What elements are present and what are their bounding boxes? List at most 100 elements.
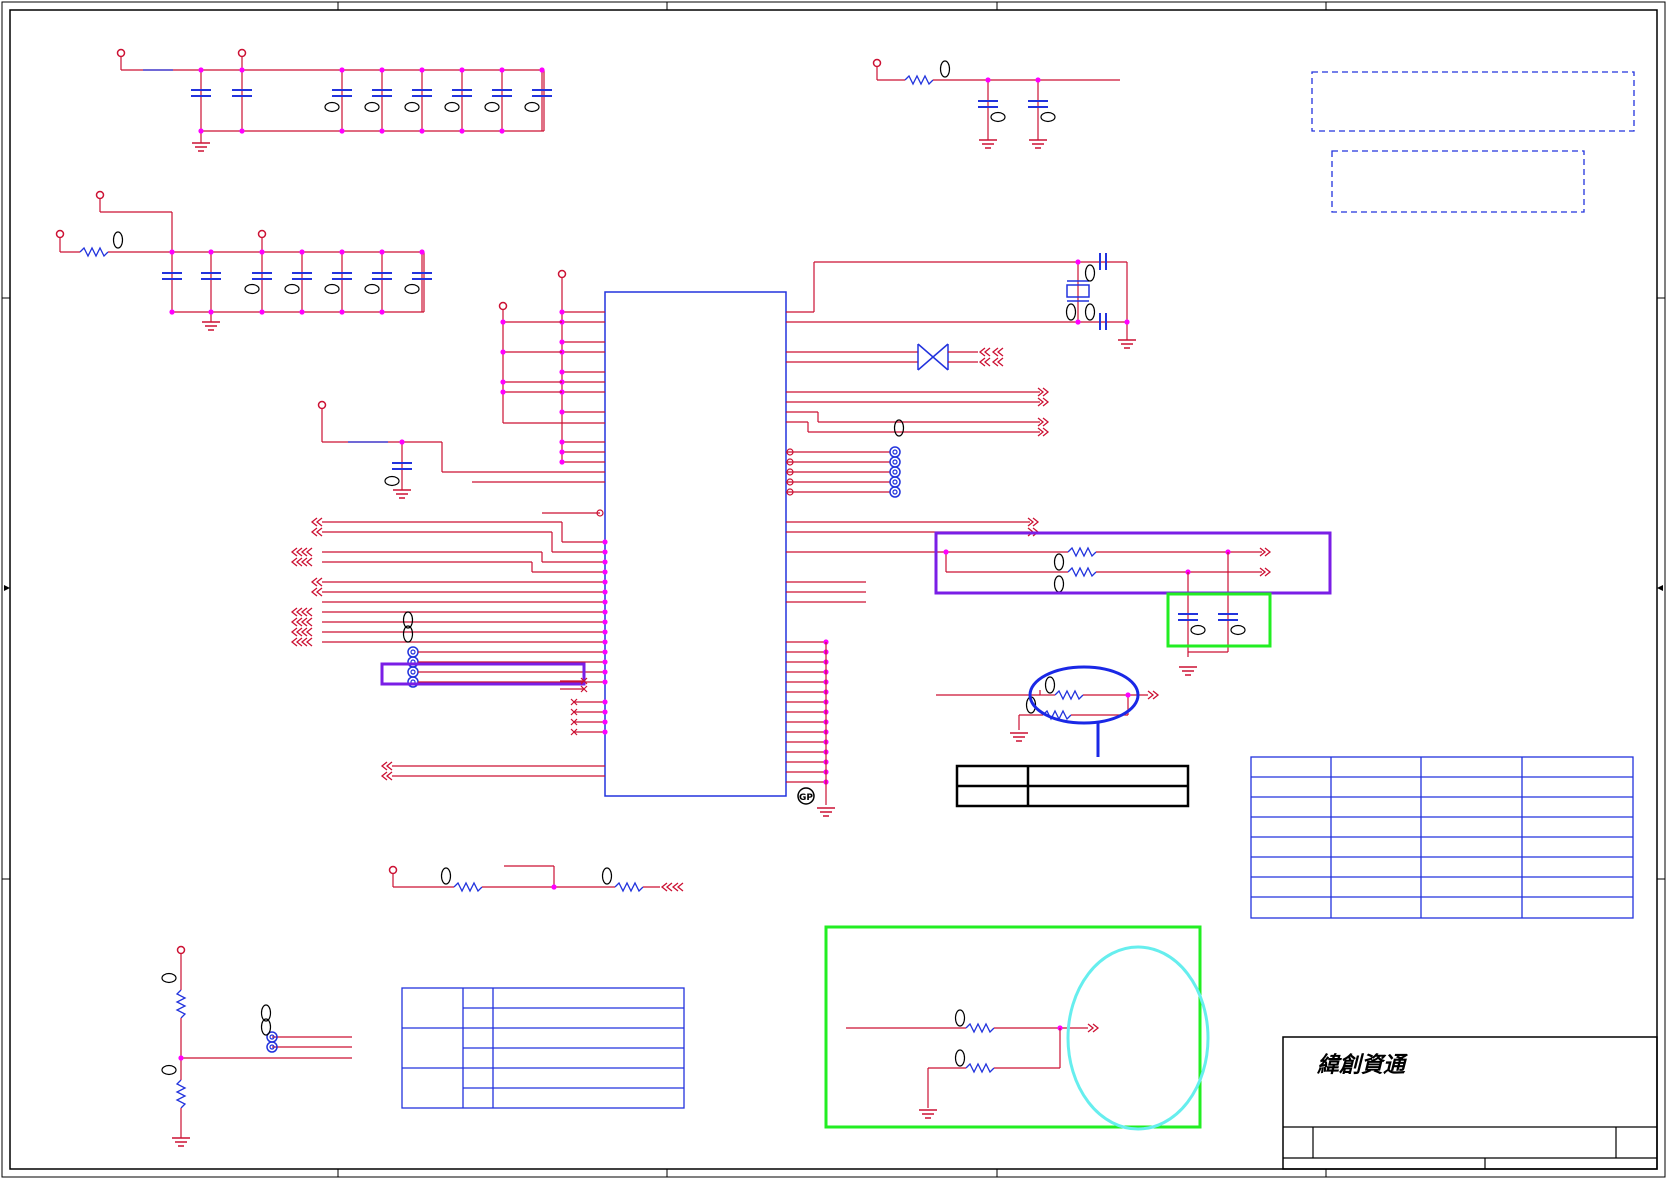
offpage-arrow [291,637,303,647]
junction-dot [419,249,425,255]
junction-dot [339,309,345,315]
junction-dot [419,128,425,134]
junction-dot [500,379,506,385]
junction-dot [559,309,565,315]
junction-dot [259,249,265,255]
junction-dot [559,439,565,445]
junction-dot [559,409,565,415]
ic-left-pins [500,309,605,465]
junction-dot [198,67,204,73]
offpage-arrow [301,547,313,557]
junction-dot [602,589,608,595]
part-ref-oval [324,283,340,295]
junction-dot [379,249,385,255]
junction-dot [602,729,608,735]
offpage-arrow [291,557,303,567]
main-ic-body [604,291,787,797]
ground-plane-marker: GP [797,787,815,805]
junction-dot [198,128,204,134]
junction-dot [500,319,506,325]
highlight-right-purple [934,531,1332,595]
part-ref-oval [284,283,300,295]
pull-resistor-circled [936,665,1159,757]
junction-dot [499,128,505,134]
part-ref-oval [404,101,420,113]
series-resistor-chain [388,865,684,893]
company-logo-text: 緯創資通 [1316,1052,1409,1078]
strap-option-highlight [824,925,1210,1131]
offpage-arrow [381,761,393,771]
rc-filter-top [872,58,1120,149]
junction-dot [602,629,608,635]
offpage-arrow [291,617,303,627]
junction-dot [339,128,345,134]
junction-dot [339,67,345,73]
junction-dot [299,249,305,255]
configuration-table [1250,756,1634,919]
junction-dot [499,67,505,73]
junction-dot [459,67,465,73]
ic-left-bottom-signals [381,677,608,781]
junction-dot [602,659,608,665]
part-ref-oval [484,101,500,113]
junction-dot [602,539,608,545]
junction-dot [602,649,608,655]
ground-symbol [816,807,836,817]
test-point [889,476,901,488]
junction-dot [602,569,608,575]
junction-dot [602,609,608,615]
offpage-arrow [311,527,323,537]
test-point [889,486,901,498]
junction-dot [259,309,265,315]
junction-dot [339,249,345,255]
junction-dot [208,249,214,255]
junction-dot [602,559,608,565]
ic-left-testpoints [402,611,608,688]
test-point [889,446,901,458]
junction-dot [602,599,608,605]
junction-dot [239,67,245,73]
crystal-circuit [786,253,1137,349]
note-box-2 [1331,150,1585,213]
junction-dot [602,549,608,555]
junction-dot [602,679,608,685]
test-point [889,456,901,468]
ic-right-bus [786,517,1271,676]
offpage-arrow [291,627,303,637]
junction-dot [559,449,565,455]
voltage-divider [161,945,352,1147]
junction-dot [419,67,425,73]
junction-dot [539,67,545,73]
junction-dot [299,309,305,315]
junction-dot [169,309,175,315]
junction-dot [500,389,506,395]
junction-dot [602,719,608,725]
test-point [407,666,419,678]
part-ref-oval [524,101,540,113]
offpage-arrow [301,607,313,617]
offpage-arrow [291,607,303,617]
part-ref-oval [444,101,460,113]
decoupling-bank-1-caps [190,67,553,134]
junction-dot [500,349,506,355]
junction-dot [602,579,608,585]
offpage-arrow [301,557,313,567]
offpage-arrow [311,577,323,587]
junction-dot [379,309,385,315]
junction-dot [208,309,214,315]
offpage-arrow [381,771,393,781]
ic-right-testpoints [786,446,901,498]
junction-dot [602,699,608,705]
decoupling-bank-1 [116,48,545,152]
ic-left-signal-bus [291,517,608,647]
junction-dot [559,459,565,465]
offpage-arrow [301,637,313,647]
decoupling-bank-2 [55,190,425,331]
resistor-option-table [955,764,1190,808]
ic-left-supply [498,269,605,463]
part-ref-oval [364,101,380,113]
junction-dot [379,67,385,73]
junction-dot [239,128,245,134]
schematic-sheet: GP 緯創資通 [1,1,1666,1178]
part-ref-oval [404,283,420,295]
